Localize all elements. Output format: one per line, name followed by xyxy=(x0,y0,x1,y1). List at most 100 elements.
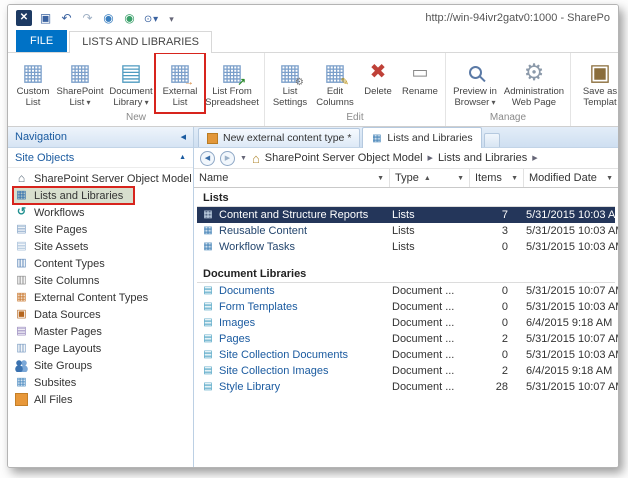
all-files-icon xyxy=(15,393,28,406)
list-settings-button[interactable]: List Settings xyxy=(268,55,312,111)
sidebar-item-site-assets[interactable]: Site Assets xyxy=(8,238,193,255)
list-icon xyxy=(202,225,214,237)
table-row[interactable]: Pages Document ... 2 5/31/2015 10:07 AM xyxy=(197,331,618,347)
sidebar-item-external-content-types[interactable]: External Content Types xyxy=(8,289,193,306)
ribbon-group-label-new: New xyxy=(125,112,146,123)
sidebar-item-lists-and-libraries[interactable]: Lists and Libraries xyxy=(8,186,193,205)
table-row[interactable]: Reusable Content Lists 3 5/31/2015 10:03… xyxy=(197,223,618,239)
table-row[interactable]: Style Library Document ... 28 5/31/2015 … xyxy=(197,379,618,395)
breadcrumb-item-lists-and-libraries[interactable]: Lists and Libraries xyxy=(438,152,527,164)
sharepoint-list-button[interactable]: SharePoint List xyxy=(55,55,105,111)
quick-access-toolbar xyxy=(16,10,179,26)
undo-icon[interactable] xyxy=(59,11,74,26)
sidebar-item-data-sources[interactable]: Data Sources xyxy=(8,306,193,323)
site-objects-list: SharePoint Server Object Model Lists and… xyxy=(8,168,193,467)
sidebar-item-content-types[interactable]: Content Types xyxy=(8,255,193,272)
document-library-icon xyxy=(202,381,214,393)
rename-button[interactable]: Rename xyxy=(398,55,442,111)
sidebar-item-site-columns[interactable]: Site Columns xyxy=(8,272,193,289)
recent-locations-icon[interactable] xyxy=(240,155,247,162)
document-library-button[interactable]: Document Library xyxy=(105,55,157,111)
sidebar-item-subsites[interactable]: Subsites xyxy=(8,374,193,391)
delete-icon xyxy=(370,57,387,87)
sidebar-item-all-files[interactable]: All Files xyxy=(8,391,193,408)
column-header-name[interactable]: Name xyxy=(194,169,390,187)
site-groups-icon xyxy=(14,359,29,372)
title-bar: http://win-94ivr2gatv0:1000 - SharePo xyxy=(8,5,618,31)
preview-in-browser-button[interactable]: Preview in Browser xyxy=(449,55,501,111)
save-icon[interactable] xyxy=(38,11,53,26)
list-icon xyxy=(202,241,214,253)
site-objects-header[interactable]: Site Objects xyxy=(8,148,193,168)
sort-asc-icon xyxy=(424,175,431,182)
collapse-section-icon xyxy=(179,154,186,161)
table-row[interactable]: Workflow Tasks Lists 0 5/31/2015 10:03 A… xyxy=(197,239,618,255)
table-row[interactable]: Form Templates Document ... 0 5/31/2015 … xyxy=(197,299,618,315)
table-row[interactable]: Documents Document ... 0 5/31/2015 10:07… xyxy=(197,283,618,299)
administration-web-page-button[interactable]: Administration Web Page xyxy=(501,55,567,111)
save-as-template-button[interactable]: Save as Templat xyxy=(574,55,618,111)
chevron-right-icon xyxy=(532,154,537,162)
list-from-spreadsheet-button[interactable]: List From Spreadsheet xyxy=(203,55,261,111)
sidebar-item-master-pages[interactable]: Master Pages xyxy=(8,323,193,340)
navigation-pane: Navigation Site Objects SharePoint Serve… xyxy=(8,127,194,467)
custom-list-button[interactable]: Custom List xyxy=(11,55,55,111)
collapse-pane-icon[interactable] xyxy=(181,133,186,141)
external-content-type-icon xyxy=(207,132,218,144)
table-body: Lists Content and Structure Reports List… xyxy=(194,188,618,467)
sharepoint-designer-window: http://win-94ivr2gatv0:1000 - SharePo FI… xyxy=(7,4,619,468)
back-button[interactable] xyxy=(200,150,215,166)
tab-lists-and-libraries-doc[interactable]: Lists and Libraries xyxy=(362,127,482,148)
external-list-button[interactable]: External List xyxy=(154,53,206,114)
column-header-type[interactable]: Type xyxy=(390,169,470,187)
group-header-document-libraries: Document Libraries xyxy=(197,265,615,283)
filter-icon[interactable] xyxy=(606,175,613,182)
table-row[interactable]: Site Collection Documents Document ... 0… xyxy=(197,347,618,363)
tab-stub xyxy=(483,133,500,147)
zoom-icon[interactable] xyxy=(143,11,158,26)
navigation-pane-header: Navigation xyxy=(8,127,193,148)
sidebar-item-object-model[interactable]: SharePoint Server Object Model xyxy=(8,170,193,187)
home-icon xyxy=(252,151,260,166)
forward-button[interactable] xyxy=(220,150,235,166)
ribbon-group-save: Save as Templat xyxy=(571,53,618,126)
workflow-icon xyxy=(14,206,29,219)
preview-globe-icon[interactable] xyxy=(101,11,116,26)
breadcrumb-item-object-model[interactable]: SharePoint Server Object Model xyxy=(265,152,423,164)
table-header: Name Type Items Modified Date xyxy=(194,169,618,188)
table-row[interactable]: Content and Structure Reports Lists 7 5/… xyxy=(197,207,618,223)
edit-columns-button[interactable]: Edit Columns xyxy=(312,55,358,111)
list-icon xyxy=(202,209,214,221)
customize-toolbar-icon[interactable] xyxy=(164,11,179,26)
sharepoint-list-icon xyxy=(69,57,91,87)
sidebar-item-site-groups[interactable]: Site Groups xyxy=(8,357,193,374)
sidebar-item-page-layouts[interactable]: Page Layouts xyxy=(8,340,193,357)
column-header-modified-date[interactable]: Modified Date xyxy=(524,169,618,187)
filter-icon[interactable] xyxy=(457,175,464,182)
ribbon: Custom List SharePoint List Document Lib… xyxy=(8,53,618,127)
chevron-right-icon xyxy=(428,154,433,162)
site-columns-icon xyxy=(14,274,29,287)
filter-icon[interactable] xyxy=(377,175,384,182)
redo-icon[interactable] xyxy=(80,11,95,26)
tab-file[interactable]: FILE xyxy=(16,30,68,52)
sidebar-item-site-pages[interactable]: Site Pages xyxy=(8,221,193,238)
publish-globe-icon[interactable] xyxy=(122,11,137,26)
column-header-items[interactable]: Items xyxy=(470,169,524,187)
tab-lists-and-libraries[interactable]: LISTS AND LIBRARIES xyxy=(69,31,212,53)
filter-icon[interactable] xyxy=(511,175,518,182)
document-library-icon xyxy=(202,365,214,377)
sidebar-item-workflows[interactable]: Workflows xyxy=(8,204,193,221)
document-library-icon xyxy=(202,349,214,361)
table-row[interactable]: Site Collection Images Document ... 2 6/… xyxy=(197,363,615,379)
table-row[interactable]: Images Document ... 0 6/4/2015 9:18 AM xyxy=(197,315,615,331)
document-tab-strip: New external content type * Lists and Li… xyxy=(194,127,618,148)
delete-button[interactable]: Delete xyxy=(358,55,398,111)
home-icon xyxy=(14,172,29,185)
site-assets-icon xyxy=(14,240,29,253)
external-content-types-icon xyxy=(14,291,29,304)
list-settings-icon xyxy=(279,57,304,89)
subsites-icon xyxy=(14,376,29,389)
tab-new-external-content-type[interactable]: New external content type * xyxy=(198,128,361,147)
app-icon[interactable] xyxy=(16,10,32,26)
